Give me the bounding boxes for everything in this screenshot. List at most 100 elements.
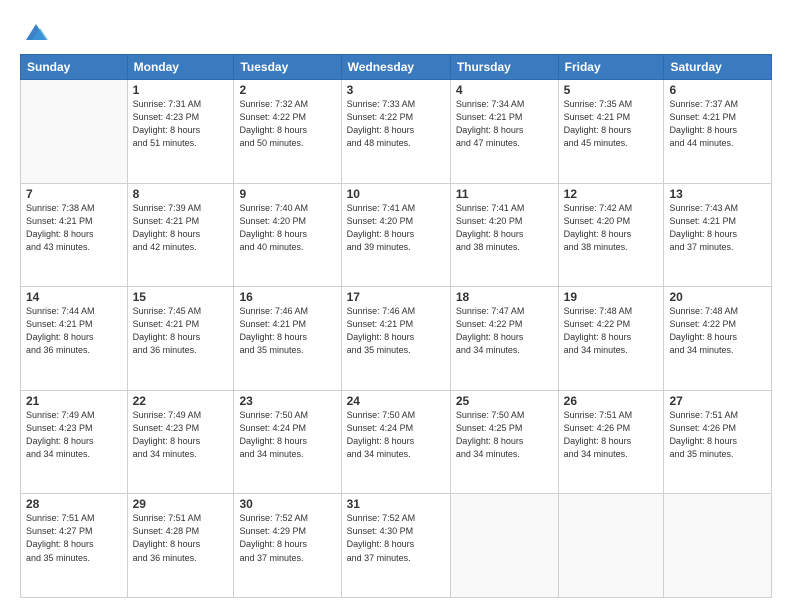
- calendar-day-cell: 18Sunrise: 7:47 AMSunset: 4:22 PMDayligh…: [450, 287, 558, 391]
- logo-icon: [22, 18, 50, 46]
- day-info: Sunrise: 7:39 AMSunset: 4:21 PMDaylight:…: [133, 202, 229, 254]
- calendar-day-cell: 19Sunrise: 7:48 AMSunset: 4:22 PMDayligh…: [558, 287, 664, 391]
- day-info: Sunrise: 7:50 AMSunset: 4:25 PMDaylight:…: [456, 409, 553, 461]
- weekday-header: Monday: [127, 55, 234, 80]
- calendar-day-cell: 28Sunrise: 7:51 AMSunset: 4:27 PMDayligh…: [21, 494, 128, 598]
- day-info: Sunrise: 7:52 AMSunset: 4:30 PMDaylight:…: [347, 512, 445, 564]
- calendar-day-cell: 31Sunrise: 7:52 AMSunset: 4:30 PMDayligh…: [341, 494, 450, 598]
- day-info: Sunrise: 7:46 AMSunset: 4:21 PMDaylight:…: [347, 305, 445, 357]
- day-info: Sunrise: 7:38 AMSunset: 4:21 PMDaylight:…: [26, 202, 122, 254]
- day-info: Sunrise: 7:51 AMSunset: 4:26 PMDaylight:…: [564, 409, 659, 461]
- calendar-day-cell: 3Sunrise: 7:33 AMSunset: 4:22 PMDaylight…: [341, 80, 450, 184]
- day-number: 1: [133, 83, 229, 97]
- weekday-header: Tuesday: [234, 55, 341, 80]
- weekday-header: Friday: [558, 55, 664, 80]
- day-number: 6: [669, 83, 766, 97]
- day-info: Sunrise: 7:49 AMSunset: 4:23 PMDaylight:…: [133, 409, 229, 461]
- day-info: Sunrise: 7:43 AMSunset: 4:21 PMDaylight:…: [669, 202, 766, 254]
- day-number: 4: [456, 83, 553, 97]
- day-info: Sunrise: 7:47 AMSunset: 4:22 PMDaylight:…: [456, 305, 553, 357]
- day-info: Sunrise: 7:35 AMSunset: 4:21 PMDaylight:…: [564, 98, 659, 150]
- day-info: Sunrise: 7:48 AMSunset: 4:22 PMDaylight:…: [669, 305, 766, 357]
- day-info: Sunrise: 7:40 AMSunset: 4:20 PMDaylight:…: [239, 202, 335, 254]
- calendar-day-cell: 29Sunrise: 7:51 AMSunset: 4:28 PMDayligh…: [127, 494, 234, 598]
- calendar-day-cell: 20Sunrise: 7:48 AMSunset: 4:22 PMDayligh…: [664, 287, 772, 391]
- calendar-day-cell: 12Sunrise: 7:42 AMSunset: 4:20 PMDayligh…: [558, 183, 664, 287]
- calendar-day-cell: 15Sunrise: 7:45 AMSunset: 4:21 PMDayligh…: [127, 287, 234, 391]
- top-section: [20, 18, 772, 46]
- day-info: Sunrise: 7:51 AMSunset: 4:27 PMDaylight:…: [26, 512, 122, 564]
- calendar-day-cell: [21, 80, 128, 184]
- calendar-day-cell: 14Sunrise: 7:44 AMSunset: 4:21 PMDayligh…: [21, 287, 128, 391]
- day-info: Sunrise: 7:44 AMSunset: 4:21 PMDaylight:…: [26, 305, 122, 357]
- calendar-day-cell: 1Sunrise: 7:31 AMSunset: 4:23 PMDaylight…: [127, 80, 234, 184]
- day-number: 9: [239, 187, 335, 201]
- calendar-day-cell: 8Sunrise: 7:39 AMSunset: 4:21 PMDaylight…: [127, 183, 234, 287]
- calendar-day-cell: 6Sunrise: 7:37 AMSunset: 4:21 PMDaylight…: [664, 80, 772, 184]
- day-info: Sunrise: 7:50 AMSunset: 4:24 PMDaylight:…: [347, 409, 445, 461]
- calendar-day-cell: 24Sunrise: 7:50 AMSunset: 4:24 PMDayligh…: [341, 390, 450, 494]
- day-number: 12: [564, 187, 659, 201]
- day-number: 28: [26, 497, 122, 511]
- day-number: 23: [239, 394, 335, 408]
- day-info: Sunrise: 7:50 AMSunset: 4:24 PMDaylight:…: [239, 409, 335, 461]
- day-number: 14: [26, 290, 122, 304]
- day-number: 18: [456, 290, 553, 304]
- calendar-week-row: 1Sunrise: 7:31 AMSunset: 4:23 PMDaylight…: [21, 80, 772, 184]
- day-info: Sunrise: 7:41 AMSunset: 4:20 PMDaylight:…: [347, 202, 445, 254]
- day-number: 7: [26, 187, 122, 201]
- calendar-week-row: 28Sunrise: 7:51 AMSunset: 4:27 PMDayligh…: [21, 494, 772, 598]
- day-number: 31: [347, 497, 445, 511]
- weekday-header: Thursday: [450, 55, 558, 80]
- day-info: Sunrise: 7:33 AMSunset: 4:22 PMDaylight:…: [347, 98, 445, 150]
- calendar-day-cell: 21Sunrise: 7:49 AMSunset: 4:23 PMDayligh…: [21, 390, 128, 494]
- calendar-day-cell: 30Sunrise: 7:52 AMSunset: 4:29 PMDayligh…: [234, 494, 341, 598]
- day-number: 30: [239, 497, 335, 511]
- day-info: Sunrise: 7:49 AMSunset: 4:23 PMDaylight:…: [26, 409, 122, 461]
- day-number: 26: [564, 394, 659, 408]
- calendar-day-cell: 2Sunrise: 7:32 AMSunset: 4:22 PMDaylight…: [234, 80, 341, 184]
- calendar-day-cell: 5Sunrise: 7:35 AMSunset: 4:21 PMDaylight…: [558, 80, 664, 184]
- day-info: Sunrise: 7:51 AMSunset: 4:28 PMDaylight:…: [133, 512, 229, 564]
- day-number: 24: [347, 394, 445, 408]
- day-info: Sunrise: 7:32 AMSunset: 4:22 PMDaylight:…: [239, 98, 335, 150]
- calendar-day-cell: 17Sunrise: 7:46 AMSunset: 4:21 PMDayligh…: [341, 287, 450, 391]
- day-number: 19: [564, 290, 659, 304]
- weekday-header: Saturday: [664, 55, 772, 80]
- day-number: 2: [239, 83, 335, 97]
- logo: [20, 18, 50, 46]
- calendar-week-row: 7Sunrise: 7:38 AMSunset: 4:21 PMDaylight…: [21, 183, 772, 287]
- day-number: 22: [133, 394, 229, 408]
- day-number: 25: [456, 394, 553, 408]
- weekday-header: Wednesday: [341, 55, 450, 80]
- day-info: Sunrise: 7:46 AMSunset: 4:21 PMDaylight:…: [239, 305, 335, 357]
- calendar-day-cell: 26Sunrise: 7:51 AMSunset: 4:26 PMDayligh…: [558, 390, 664, 494]
- day-info: Sunrise: 7:31 AMSunset: 4:23 PMDaylight:…: [133, 98, 229, 150]
- calendar-day-cell: 11Sunrise: 7:41 AMSunset: 4:20 PMDayligh…: [450, 183, 558, 287]
- calendar-day-cell: 23Sunrise: 7:50 AMSunset: 4:24 PMDayligh…: [234, 390, 341, 494]
- weekday-header: Sunday: [21, 55, 128, 80]
- day-number: 20: [669, 290, 766, 304]
- day-info: Sunrise: 7:42 AMSunset: 4:20 PMDaylight:…: [564, 202, 659, 254]
- day-number: 5: [564, 83, 659, 97]
- day-number: 17: [347, 290, 445, 304]
- day-info: Sunrise: 7:51 AMSunset: 4:26 PMDaylight:…: [669, 409, 766, 461]
- calendar-day-cell: 4Sunrise: 7:34 AMSunset: 4:21 PMDaylight…: [450, 80, 558, 184]
- day-info: Sunrise: 7:34 AMSunset: 4:21 PMDaylight:…: [456, 98, 553, 150]
- day-number: 27: [669, 394, 766, 408]
- day-number: 13: [669, 187, 766, 201]
- calendar-day-cell: 22Sunrise: 7:49 AMSunset: 4:23 PMDayligh…: [127, 390, 234, 494]
- calendar-day-cell: [664, 494, 772, 598]
- calendar-day-cell: 27Sunrise: 7:51 AMSunset: 4:26 PMDayligh…: [664, 390, 772, 494]
- calendar-week-row: 21Sunrise: 7:49 AMSunset: 4:23 PMDayligh…: [21, 390, 772, 494]
- day-number: 10: [347, 187, 445, 201]
- day-number: 29: [133, 497, 229, 511]
- calendar-table: SundayMondayTuesdayWednesdayThursdayFrid…: [20, 54, 772, 598]
- day-info: Sunrise: 7:41 AMSunset: 4:20 PMDaylight:…: [456, 202, 553, 254]
- day-info: Sunrise: 7:37 AMSunset: 4:21 PMDaylight:…: [669, 98, 766, 150]
- day-number: 11: [456, 187, 553, 201]
- page: SundayMondayTuesdayWednesdayThursdayFrid…: [0, 0, 792, 612]
- calendar-day-cell: [450, 494, 558, 598]
- day-number: 3: [347, 83, 445, 97]
- day-number: 16: [239, 290, 335, 304]
